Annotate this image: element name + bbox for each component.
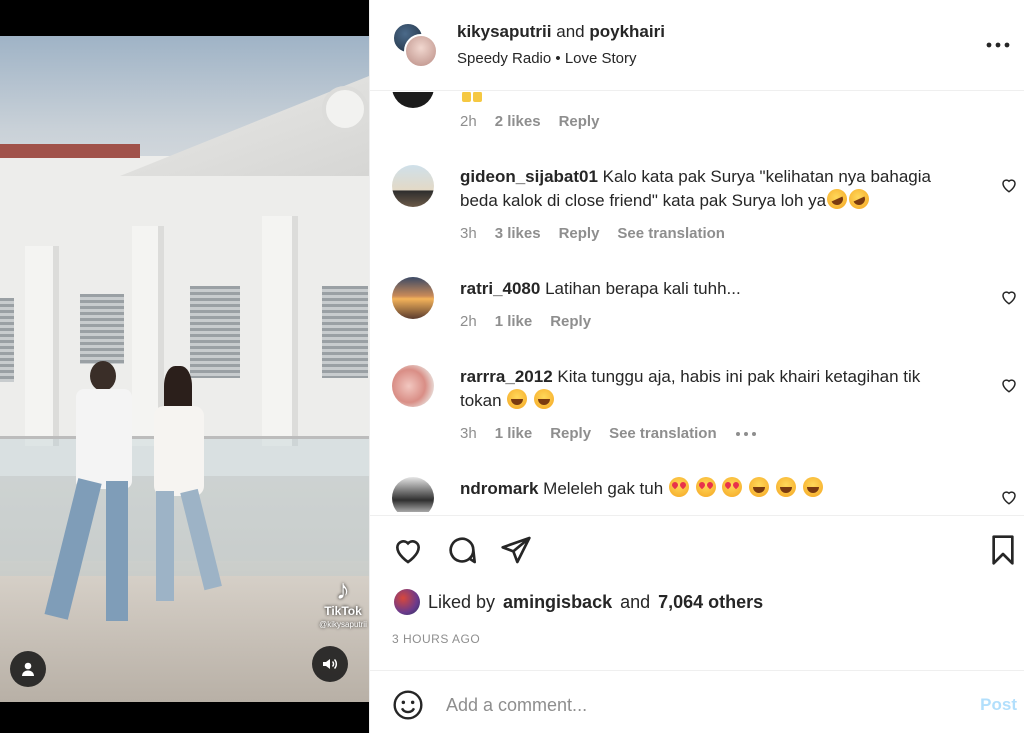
post-timestamp[interactable]: 3 HOURS AGO bbox=[392, 632, 480, 646]
comment-content: Meleleh gak tuh bbox=[543, 479, 664, 498]
comment-time: 2h bbox=[460, 113, 477, 130]
liked-by-prefix: Liked by bbox=[428, 591, 496, 612]
comment-input[interactable] bbox=[446, 687, 946, 723]
laughing-emoji bbox=[802, 477, 823, 497]
comment-username[interactable]: ratri_4080 bbox=[460, 279, 540, 298]
comment-more-options-icon[interactable] bbox=[735, 431, 757, 437]
tiktok-username: @kikysaputrii bbox=[319, 620, 367, 629]
post-media[interactable]: ♪ TikTok @kikysaputrii bbox=[0, 0, 369, 733]
heart-eyes-emoji bbox=[668, 477, 689, 497]
likes-others-count[interactable]: 7,064 others bbox=[658, 592, 763, 613]
share-paper-plane-icon[interactable] bbox=[500, 534, 532, 566]
person-woman bbox=[150, 366, 222, 606]
raising-hands-emoji bbox=[461, 92, 483, 104]
comments-list[interactable]: 2h 2 likes Reply gideon_sijabat01 Kalo k… bbox=[370, 92, 1024, 512]
laughing-emoji bbox=[534, 389, 555, 409]
like-comment-heart-icon[interactable] bbox=[1000, 288, 1018, 306]
rofl-emoji bbox=[823, 185, 851, 213]
more-options-button[interactable] bbox=[983, 30, 1013, 60]
authors-conjunction: and bbox=[556, 22, 585, 41]
author-link[interactable]: kikysaputrii bbox=[457, 22, 552, 41]
like-heart-icon[interactable] bbox=[392, 534, 424, 566]
comment-avatar[interactable] bbox=[392, 92, 434, 108]
reply-button[interactable]: Reply bbox=[550, 313, 591, 330]
like-comment-heart-icon[interactable] bbox=[1000, 176, 1018, 194]
comment-username[interactable]: ndromark bbox=[460, 479, 538, 498]
comment-meta: 2h 2 likes Reply bbox=[460, 113, 599, 130]
tiktok-brand: TikTok bbox=[324, 604, 362, 618]
laughing-emoji bbox=[507, 389, 528, 409]
collab-avatars[interactable] bbox=[392, 22, 440, 70]
comment-avatar[interactable] bbox=[392, 277, 434, 319]
liker-username[interactable]: amingisback bbox=[503, 592, 612, 613]
comment-text bbox=[460, 92, 965, 108]
author-link[interactable]: poykhairi bbox=[589, 22, 665, 41]
round-window bbox=[322, 86, 368, 132]
window-shutter bbox=[322, 286, 368, 378]
post-authors: kikysaputrii and poykhairi bbox=[457, 22, 665, 42]
comment-likes[interactable]: 3 likes bbox=[495, 225, 541, 242]
building-roof bbox=[0, 144, 140, 158]
comment-time: 2h bbox=[460, 313, 477, 330]
sound-toggle-button[interactable] bbox=[312, 646, 348, 682]
see-translation-button[interactable]: See translation bbox=[609, 425, 717, 442]
liked-by-and: and bbox=[620, 591, 651, 612]
post-comment-button[interactable]: Post bbox=[980, 695, 1017, 715]
more-horizontal-icon bbox=[986, 42, 1010, 48]
save-bookmark-icon[interactable] bbox=[987, 534, 1019, 566]
post-panel: kikysaputrii and poykhairi Speedy Radio … bbox=[369, 0, 1024, 733]
comment-composer: Post bbox=[370, 670, 1024, 733]
video-frame[interactable]: ♪ TikTok @kikysaputrii bbox=[0, 36, 369, 702]
comment-text: rarrra_2012 Kita tunggu aja, habis ini p… bbox=[460, 365, 965, 413]
tagged-users-button[interactable] bbox=[10, 651, 46, 687]
comment-username[interactable]: gideon_sijabat01 bbox=[460, 167, 598, 186]
comment-likes[interactable]: 1 like bbox=[495, 313, 533, 330]
comment-likes[interactable]: 2 likes bbox=[495, 113, 541, 130]
comment-time: 3h bbox=[460, 225, 477, 242]
comment-username[interactable]: rarrra_2012 bbox=[460, 367, 553, 386]
comment-bubble-icon[interactable] bbox=[446, 534, 478, 566]
comment-meta: 3h 3 likes Reply See translation bbox=[460, 225, 725, 242]
liked-by-summary: Liked by amingisback and 7,064 others bbox=[394, 589, 763, 615]
speaker-icon bbox=[323, 658, 337, 670]
comment-meta: 3h 1 like Reply See translation bbox=[460, 425, 757, 442]
window-shutter bbox=[190, 286, 240, 378]
window-shutter bbox=[0, 298, 14, 382]
laughing-emoji bbox=[749, 477, 770, 497]
comment-meta: 2h 1 like Reply bbox=[460, 313, 591, 330]
comment-text: ndromark Meleleh gak tuh bbox=[460, 477, 965, 501]
comment-avatar[interactable] bbox=[392, 365, 434, 407]
comment-text: ratri_4080 Latihan berapa kali tuhh... bbox=[460, 277, 965, 301]
heart-eyes-emoji bbox=[722, 477, 743, 497]
heart-eyes-emoji bbox=[695, 477, 716, 497]
rofl-emoji bbox=[845, 185, 873, 213]
window-shutter bbox=[80, 294, 124, 364]
tiktok-watermark: ♪ TikTok @kikysaputrii bbox=[318, 574, 368, 630]
comment-likes[interactable]: 1 like bbox=[495, 425, 533, 442]
comment-text: gideon_sijabat01 Kalo kata pak Surya "ke… bbox=[460, 165, 965, 213]
pillar bbox=[25, 246, 59, 446]
laughing-emoji bbox=[775, 477, 796, 497]
post-actions: Liked by amingisback and 7,064 others 3 … bbox=[370, 515, 1024, 675]
person-man bbox=[44, 361, 138, 621]
reply-button[interactable]: Reply bbox=[559, 225, 600, 242]
comment-time: 3h bbox=[460, 425, 477, 442]
like-comment-heart-icon[interactable] bbox=[1000, 376, 1018, 394]
comment-content: Latihan berapa kali tuhh... bbox=[545, 279, 741, 298]
avatar[interactable] bbox=[404, 34, 438, 68]
reply-button[interactable]: Reply bbox=[559, 113, 600, 130]
avatar[interactable] bbox=[394, 589, 420, 615]
comment-avatar[interactable] bbox=[392, 165, 434, 207]
like-comment-heart-icon[interactable] bbox=[1000, 488, 1018, 506]
post-header: kikysaputrii and poykhairi Speedy Radio … bbox=[370, 0, 1024, 91]
emoji-picker-icon[interactable] bbox=[392, 689, 424, 721]
user-icon bbox=[22, 662, 34, 676]
audio-track-link[interactable]: Speedy Radio • Love Story bbox=[457, 50, 637, 67]
comment-avatar[interactable] bbox=[392, 477, 434, 512]
reply-button[interactable]: Reply bbox=[550, 425, 591, 442]
see-translation-button[interactable]: See translation bbox=[617, 225, 725, 242]
tiktok-logo-icon: ♪ bbox=[336, 574, 350, 605]
pillar bbox=[262, 216, 298, 446]
